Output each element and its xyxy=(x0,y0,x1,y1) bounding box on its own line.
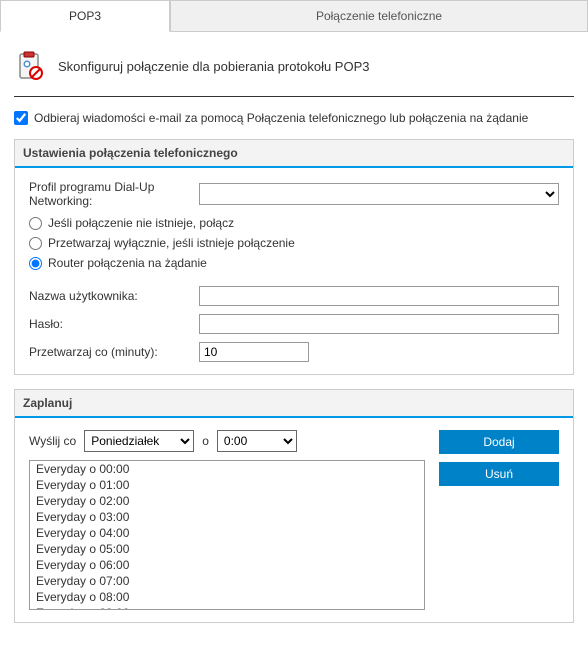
radio-on-demand-router-label: Router połączenia na żądanie xyxy=(48,256,207,270)
day-select[interactable]: Poniedziałek xyxy=(84,430,194,452)
list-item[interactable]: Everyday o 03:00 xyxy=(30,509,424,525)
page-header: Skonfiguruj połączenie dla pobierania pr… xyxy=(14,42,574,96)
receive-checkbox[interactable] xyxy=(14,111,28,125)
list-item[interactable]: Everyday o 04:00 xyxy=(30,525,424,541)
list-item[interactable]: Everyday o 06:00 xyxy=(30,557,424,573)
radio-on-demand-router[interactable] xyxy=(29,257,42,270)
password-input[interactable] xyxy=(199,314,559,334)
connection-mode-radios: Jeśli połączenie nie istnieje, połącz Pr… xyxy=(29,216,559,270)
radio-process-if-exists[interactable] xyxy=(29,237,42,250)
dialup-settings-section: Ustawienia połączenia telefonicznego Pro… xyxy=(14,139,574,375)
radio-process-if-exists-label: Przetwarzaj wyłącznie, jeśli istnieje po… xyxy=(48,236,295,250)
receive-checkbox-label: Odbieraj wiadomości e-mail za pomocą Poł… xyxy=(34,111,528,125)
dialup-section-title: Ustawienia połączenia telefonicznego xyxy=(15,140,573,168)
list-item[interactable]: Everyday o 01:00 xyxy=(30,477,424,493)
tab-bar: POP3 Połączenie telefoniczne xyxy=(0,0,588,32)
add-button[interactable]: Dodaj xyxy=(439,430,559,454)
tab-pop3[interactable]: POP3 xyxy=(0,0,170,32)
schedule-section: Zaplanuj Wyślij co Poniedziałek o 0:00 E… xyxy=(14,389,574,623)
send-every-label: Wyślij co xyxy=(29,434,76,448)
receive-checkbox-row: Odbieraj wiadomości e-mail za pomocą Poł… xyxy=(14,111,574,125)
list-item[interactable]: Everyday o 02:00 xyxy=(30,493,424,509)
page-title: Skonfiguruj połączenie dla pobierania pr… xyxy=(58,59,369,74)
time-select[interactable]: 0:00 xyxy=(217,430,297,452)
divider xyxy=(14,96,574,97)
schedule-section-title: Zaplanuj xyxy=(15,390,573,418)
radio-connect-if-missing[interactable] xyxy=(29,217,42,230)
list-item[interactable]: Everyday o 05:00 xyxy=(30,541,424,557)
username-input[interactable] xyxy=(199,286,559,306)
clipboard-blocked-icon xyxy=(14,50,46,82)
profile-label: Profil programu Dial-Up Networking: xyxy=(29,180,199,208)
at-label: o xyxy=(202,434,209,448)
password-label: Hasło: xyxy=(29,317,199,331)
profile-select[interactable] xyxy=(199,183,559,205)
list-item[interactable]: Everyday o 08:00 xyxy=(30,589,424,605)
tab-dialup[interactable]: Połączenie telefoniczne xyxy=(170,0,588,31)
process-every-label: Przetwarzaj co (minuty): xyxy=(29,345,199,359)
list-item[interactable]: Everyday o 00:00 xyxy=(30,461,424,477)
radio-connect-if-missing-label: Jeśli połączenie nie istnieje, połącz xyxy=(48,216,234,230)
remove-button[interactable]: Usuń xyxy=(439,462,559,486)
username-label: Nazwa użytkownika: xyxy=(29,289,199,303)
list-item[interactable]: Everyday o 07:00 xyxy=(30,573,424,589)
schedule-listbox[interactable]: Everyday o 00:00Everyday o 01:00Everyday… xyxy=(29,460,425,610)
process-every-input[interactable] xyxy=(199,342,309,362)
tab-content: Skonfiguruj połączenie dla pobierania pr… xyxy=(0,32,588,647)
list-item[interactable]: Everyday o 09:00 xyxy=(30,605,424,610)
